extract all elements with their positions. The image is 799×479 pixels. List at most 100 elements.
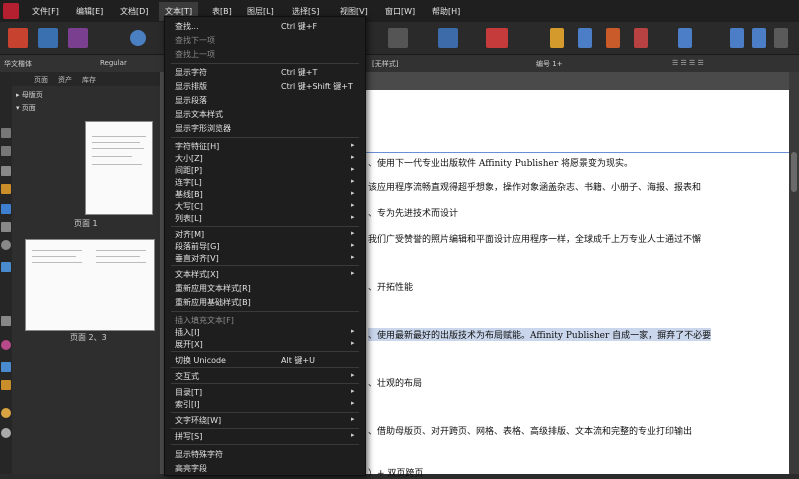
scrollbar-thumb[interactable] (791, 152, 797, 192)
submenu-arrow-icon: ▸ (351, 241, 355, 249)
preview-mode-icon[interactable] (388, 28, 408, 48)
flip-vertical-icon[interactable] (752, 28, 766, 48)
doc-line[interactable]: 、壮观的布局 (368, 376, 422, 389)
doc-line-selected[interactable]: 、使用最新最好的出版技术为布局赋能。Affinity Publisher 自成一… (368, 328, 712, 341)
page-1-thumbnail[interactable] (85, 121, 153, 215)
menu-item-baseline[interactable]: 基线[B] (175, 189, 203, 200)
document-page[interactable]: 、使用下一代专业出版软件 Affinity Publisher 将愿景变为现实。… (362, 90, 789, 479)
menu-item-toggle-unicode[interactable]: 切换 Unicode (175, 355, 226, 366)
doc-line[interactable]: 、开拓性能 (368, 280, 413, 293)
menu-item-caps[interactable]: 大写[C] (175, 201, 203, 212)
font-style-select[interactable]: Regular (100, 59, 127, 67)
menu-item-size[interactable]: 大小[Z] (175, 153, 203, 164)
move-tool-icon[interactable] (1, 128, 11, 138)
menu-file[interactable]: 文件[F] (32, 6, 59, 17)
menu-help[interactable]: 帮助[H] (432, 6, 460, 17)
doc-line[interactable]: 我们广受赞誉的照片编辑和平面设计应用程序一样，全球成千上万专业人士通过不懈 (368, 232, 701, 245)
transparency-tool-icon[interactable] (1, 362, 11, 372)
designer-persona-icon[interactable] (68, 28, 88, 48)
table-tool-icon[interactable] (1, 146, 11, 156)
list-style-select[interactable]: 编号 1+ (536, 59, 563, 69)
menu-item-interactive[interactable]: 交互式 (175, 371, 199, 382)
menu-item-expand[interactable]: 展开[X] (175, 339, 203, 350)
menu-separator (171, 265, 359, 266)
order-icon[interactable] (606, 28, 620, 48)
app-logo-icon[interactable] (3, 3, 19, 19)
snapping-icon[interactable] (550, 28, 564, 48)
menu-item-show-typography[interactable]: 显示排版 (175, 81, 207, 92)
text-frame-icon[interactable] (438, 28, 458, 48)
menu-item-reapply-text-style[interactable]: 重新应用文本样式[R] (175, 283, 251, 294)
shortcut-show-typography: Ctrl 键+Shift 键+T (281, 82, 353, 91)
menu-item-leading[interactable]: 段落前导[G] (175, 241, 219, 252)
context-toolbar: 华文楷体 Regular [无样式] 编号 1+ ☰ ☰ ☰ ☰ (0, 55, 799, 73)
preferences-icon[interactable] (130, 30, 146, 46)
doc-line[interactable]: 、使用下一代专业出版软件 Affinity Publisher 将愿景变为现实。 (368, 156, 633, 169)
ellipse-tool-icon[interactable] (1, 240, 11, 250)
tab-stock[interactable]: 库存 (82, 75, 96, 85)
color-picker-icon[interactable] (486, 28, 508, 48)
align-icon[interactable] (678, 28, 692, 48)
arrange-icon[interactable] (578, 28, 592, 48)
menu-item-highlight-fields[interactable]: 高亮字段 (175, 463, 207, 474)
submenu-arrow-icon: ▸ (351, 177, 355, 185)
doc-line[interactable]: 该应用程序流畅直观得超乎想象，操作对象涵盖杂志、书籍、小册子、海报、报表和 (368, 180, 701, 193)
publisher-persona-icon[interactable] (8, 28, 28, 48)
menu-item-index[interactable]: 索引[I] (175, 399, 200, 410)
doc-line[interactable]: 、借助母版页、对开跨页、网格、表格、高级排版、文本流和完整的专业打印输出 (368, 424, 692, 437)
frame-tool-icon[interactable] (1, 222, 11, 232)
pages-label: 页面 (21, 104, 36, 112)
tab-assets[interactable]: 资产 (58, 75, 72, 85)
menu-item-find-next[interactable]: 查找下一项 (175, 35, 215, 46)
menu-item-find-previous[interactable]: 查找上一项 (175, 49, 215, 60)
hand-tool-icon[interactable] (1, 408, 11, 418)
crop-tool-icon[interactable] (1, 316, 11, 326)
flip-horizontal-icon[interactable] (730, 28, 744, 48)
main-toolbar (0, 22, 799, 55)
paragraph-style-select[interactable]: [无样式] (372, 59, 398, 69)
align-buttons-icon[interactable]: ☰ ☰ ☰ ☰ (672, 59, 704, 67)
rotate-icon[interactable] (774, 28, 788, 48)
menu-item-text-styles[interactable]: 文本样式[X] (175, 269, 219, 280)
menu-item-lists[interactable]: 列表[L] (175, 213, 202, 224)
menu-item-show-special-characters[interactable]: 显示特殊字符 (175, 449, 223, 460)
menu-edit[interactable]: 编辑[E] (76, 6, 103, 17)
menu-item-reapply-base-style[interactable]: 重新应用基础样式[B] (175, 297, 251, 308)
menu-item-show-character[interactable]: 显示字符 (175, 67, 207, 78)
photo-persona-icon[interactable] (38, 28, 58, 48)
menu-item-alignment[interactable]: 对齐[M] (175, 229, 204, 240)
doc-line[interactable]: 、专为先进技术而设计 (368, 206, 458, 219)
menu-document[interactable]: 文档[D] (120, 6, 148, 17)
pen-tool-icon[interactable] (1, 184, 11, 194)
font-family-select[interactable]: 华文楷体 (4, 59, 32, 69)
menu-item-insert[interactable]: 插入[I] (175, 327, 200, 338)
masters-section[interactable]: ▸ 母版页 (16, 90, 43, 100)
pages-section[interactable]: ▾ 页面 (16, 103, 36, 113)
shape-tool-icon[interactable] (1, 204, 11, 214)
doc-line[interactable]: ）+ 双页跨页 (368, 466, 423, 479)
submenu-arrow-icon: ▸ (351, 141, 355, 149)
menu-item-find[interactable]: 查找... (175, 21, 199, 32)
menu-item-vertical-align[interactable]: 垂直对齐[V] (175, 253, 219, 264)
menu-item-spelling[interactable]: 拼写[S] (175, 431, 202, 442)
tab-pages[interactable]: 页面 (34, 75, 48, 85)
picture-tool-icon[interactable] (1, 262, 11, 272)
submenu-arrow-icon: ▸ (351, 415, 355, 423)
menu-item-ligatures[interactable]: 连字[L] (175, 177, 202, 188)
vertical-scrollbar[interactable] (789, 72, 799, 474)
menu-item-show-text-styles[interactable]: 显示文本样式 (175, 109, 223, 120)
menu-item-insert-filler-text[interactable]: 插入填充文本[F] (175, 315, 234, 326)
page-2-3-thumbnail[interactable] (25, 239, 155, 331)
fill-tool-icon[interactable] (1, 340, 11, 350)
menu-window[interactable]: 窗口[W] (385, 6, 415, 17)
insert-icon[interactable] (634, 28, 648, 48)
zoom-tool-icon[interactable] (1, 428, 11, 438)
text-tool-icon[interactable] (1, 166, 11, 176)
menu-item-spacing[interactable]: 间距[P] (175, 165, 202, 176)
color-picker-tool-icon[interactable] (1, 380, 11, 390)
menu-item-show-glyph-browser[interactable]: 显示字形浏览器 (175, 123, 231, 134)
menu-item-table-of-contents[interactable]: 目录[T] (175, 387, 202, 398)
menu-item-show-paragraph[interactable]: 显示段落 (175, 95, 207, 106)
menu-item-character-traits[interactable]: 字符特征[H] (175, 141, 219, 152)
menu-item-text-wrap[interactable]: 文字环绕[W] (175, 415, 221, 426)
